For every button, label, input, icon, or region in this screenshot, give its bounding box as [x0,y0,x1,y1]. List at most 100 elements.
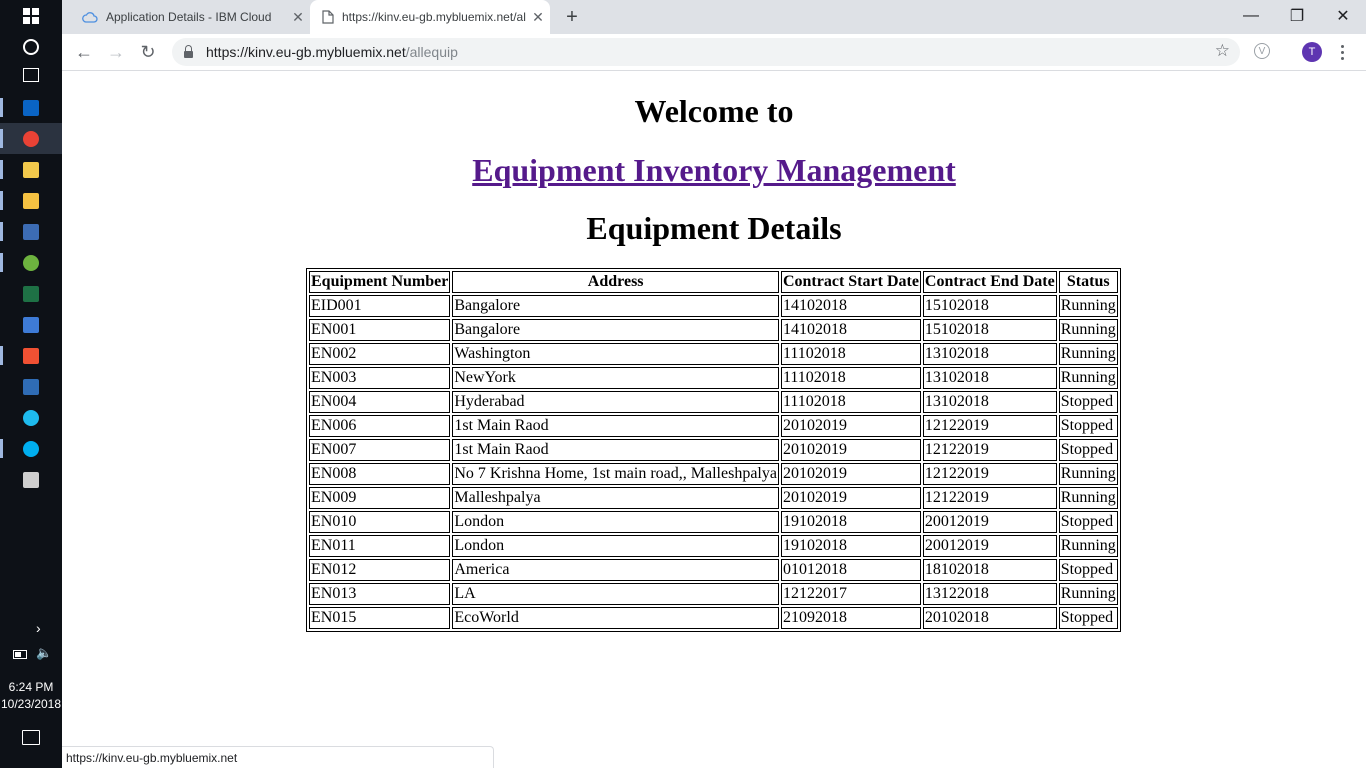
cortana-icon[interactable] [0,31,62,62]
table-cell: 20102019 [780,415,921,437]
close-window-button[interactable]: ✕ [1320,0,1366,32]
table-row: EN015 EcoWorld 21092018 20102018 Stopped [309,607,1118,629]
table-cell: 14102018 [780,319,921,341]
tab-strip: Application Details - IBM Cloud ✕ https:… [62,0,1366,34]
chrome-window: Application Details - IBM Cloud ✕ https:… [62,0,1366,768]
table-cell: 20012019 [922,511,1057,533]
table-cell: 18102018 [922,559,1057,581]
table-cell: 20102019 [780,487,921,509]
bookmark-star-icon[interactable]: ☆ [1215,41,1230,61]
status-bar-url: https://kinv.eu-gb.mybluemix.net [62,746,494,768]
table-cell: EN008 [309,463,451,485]
tab-allequip[interactable]: https://kinv.eu-gb.mybluemix.net/allequi… [310,0,550,34]
internet-explorer-icon-glyph [23,409,39,426]
task-view-icon[interactable] [0,59,62,90]
table-cell: 01012018 [780,559,921,581]
table-cell: EN011 [309,535,451,557]
equipment-table: Equipment Number Address Contract Start Da… [306,268,1121,632]
table-row: EN004 Hyderabad 11102018 13102018 Stopped [309,391,1118,413]
notepad-icon-glyph [23,161,39,178]
table-cell: EN004 [309,391,451,413]
table-cell: No 7 Krishna Home, 1st main road,, Malle… [452,463,779,485]
table-cell: 11102018 [780,343,921,365]
reload-button[interactable]: ↻ [134,38,162,66]
system-clock[interactable]: 6:24 PM 10/23/2018 [0,679,62,713]
action-center-icon[interactable] [22,730,40,745]
eclipse-icon[interactable] [0,216,62,247]
table-cell: 13102018 [922,391,1057,413]
chrome-icon[interactable] [0,123,62,154]
minimize-button[interactable]: — [1228,0,1274,32]
paint-icon[interactable] [0,309,62,340]
table-cell: EID001 [309,295,451,317]
table-cell: Running [1058,295,1118,317]
start-button[interactable] [0,0,62,31]
app-title-link[interactable]: Equipment Inventory Management [472,152,956,188]
table-cell: 15102018 [922,295,1057,317]
powershell-icon[interactable] [0,371,62,402]
table-header-row: Equipment Number Address Contract Start Da… [309,271,1118,293]
table-cell: Running [1058,535,1118,557]
browser-menu-icon[interactable] [1330,40,1354,64]
battery-icon[interactable] [13,650,27,659]
column-header: Contract Start Date [780,271,921,293]
forward-button[interactable]: → [102,38,130,66]
table-cell: Malleshpalya [452,487,779,509]
table-cell: Running [1058,367,1118,389]
address-bar[interactable]: https://kinv.eu-gb.mybluemix.net/allequi… [172,38,1240,66]
spring-tool-icon[interactable] [0,247,62,278]
table-cell: EN013 [309,583,451,605]
new-tab-button[interactable]: + [560,5,584,29]
lock-icon[interactable] [184,44,193,58]
table-cell: 1st Main Raod [452,415,779,437]
internet-explorer-icon[interactable] [0,402,62,433]
table-row: EN010 London 19102018 20012019 Stopped [309,511,1118,533]
table-cell: LA [452,583,779,605]
table-cell: EN012 [309,559,451,581]
excel-icon[interactable] [0,278,62,309]
table-cell: 20012019 [922,535,1057,557]
table-row: EN011 London 19102018 20012019 Running [309,535,1118,557]
table-cell: Bangalore [452,319,779,341]
windows-taskbar: › 🔈 6:24 PM 10/23/2018 [0,0,62,768]
table-cell: EN009 [309,487,451,509]
back-button[interactable]: ← [70,38,98,66]
table-cell: London [452,535,779,557]
table-cell: 11102018 [780,367,921,389]
table-cell: EN002 [309,343,451,365]
restore-button[interactable]: ❐ [1274,0,1320,32]
table-cell: Stopped [1058,559,1118,581]
table-cell: London [452,511,779,533]
table-cell: 12122019 [922,487,1057,509]
close-tab-icon[interactable]: ✕ [286,9,310,26]
table-cell: Stopped [1058,439,1118,461]
column-header: Address [452,271,779,293]
table-cell: 13102018 [922,367,1057,389]
table-cell: 12122019 [922,439,1057,461]
table-cell: 11102018 [780,391,921,413]
tab-ibm-cloud[interactable]: Application Details - IBM Cloud ✕ [72,0,310,34]
notepad-icon[interactable] [0,154,62,185]
powershell-icon-glyph [23,378,39,395]
show-hidden-icons-button[interactable]: › [36,620,41,636]
outlook-icon[interactable] [0,92,62,123]
table-cell: Running [1058,487,1118,509]
file-explorer-icon[interactable] [0,185,62,216]
table-cell: Running [1058,463,1118,485]
table-cell: Bangalore [452,295,779,317]
skype-icon[interactable] [0,433,62,464]
profile-avatar[interactable]: T [1302,42,1322,62]
command-prompt-icon[interactable] [0,464,62,495]
git-icon[interactable] [0,340,62,371]
table-row: EN012 America 01012018 18102018 Stopped [309,559,1118,581]
table-cell: Running [1058,319,1118,341]
outlook-icon-glyph [23,99,39,116]
table-cell: EN010 [309,511,451,533]
windows-logo-icon [23,7,39,24]
extension-icon[interactable]: V [1254,43,1270,59]
volume-icon[interactable]: 🔈 [36,645,52,661]
close-tab-icon[interactable]: ✕ [526,9,550,26]
cloud-icon [82,12,98,23]
table-cell: EN006 [309,415,451,437]
table-row: EID001 Bangalore 14102018 15102018 Running [309,295,1118,317]
